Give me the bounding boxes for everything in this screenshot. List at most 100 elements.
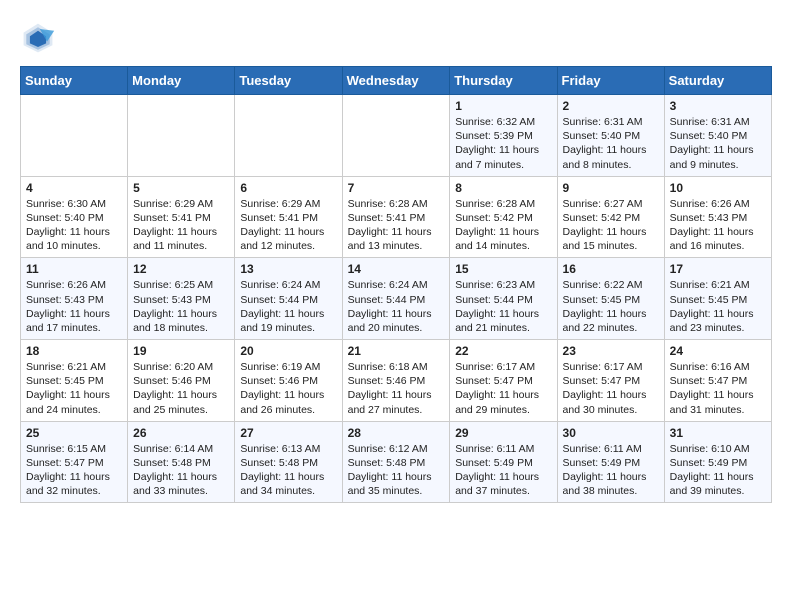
calendar-week-4: 18 Sunrise: 6:21 AMSunset: 5:45 PMDayligh… bbox=[21, 340, 772, 422]
cell-info: Sunrise: 6:11 AMSunset: 5:49 PMDaylight:… bbox=[563, 442, 659, 499]
day-number: 1 bbox=[455, 99, 551, 113]
cell-info: Sunrise: 6:26 AMSunset: 5:43 PMDaylight:… bbox=[670, 197, 766, 254]
cell-info: Sunrise: 6:19 AMSunset: 5:46 PMDaylight:… bbox=[240, 360, 336, 417]
calendar-cell bbox=[21, 95, 128, 177]
calendar-cell: 14Sunrise: 6:24 AMSunset: 5:44 PMDayligh… bbox=[342, 258, 450, 340]
cell-info: Sunrise: 6:22 AMSunset: 5:45 PMDaylight:… bbox=[563, 278, 659, 335]
calendar-cell: 28 Sunrise: 6:12 AMSunset: 5:48 PMDayligh… bbox=[342, 421, 450, 503]
day-number: 19 bbox=[133, 344, 229, 358]
calendar-week-5: 25Sunrise: 6:15 AMSunset: 5:47 PMDayligh… bbox=[21, 421, 772, 503]
calendar-cell bbox=[128, 95, 235, 177]
cell-info: Sunrise: 6:20 AMSunset: 5:46 PMDaylight:… bbox=[133, 360, 229, 417]
day-number: 29 bbox=[455, 426, 551, 440]
day-number: 6 bbox=[240, 181, 336, 195]
cell-info: Sunrise: 6:24 AMSunset: 5:44 PMDaylight:… bbox=[240, 278, 336, 335]
calendar-cell: 21Sunrise: 6:18 AMSunset: 5:46 PMDayligh… bbox=[342, 340, 450, 422]
cell-info: Sunrise: 6:32 AMSunset: 5:39 PMDaylight:… bbox=[455, 115, 551, 172]
day-number: 18 bbox=[26, 344, 122, 358]
cell-info: Sunrise: 6:25 AMSunset: 5:43 PMDaylight:… bbox=[133, 278, 229, 335]
calendar-cell: 3 Sunrise: 6:31 AMSunset: 5:40 PMDaylight… bbox=[664, 95, 771, 177]
logo bbox=[20, 20, 62, 56]
calendar-cell: 29 Sunrise: 6:11 AMSunset: 5:49 PMDayligh… bbox=[450, 421, 557, 503]
cell-info: Sunrise: 6:27 AMSunset: 5:42 PMDaylight:… bbox=[563, 197, 659, 254]
calendar-cell: 7 Sunrise: 6:28 AMSunset: 5:41 PMDaylight… bbox=[342, 176, 450, 258]
calendar-cell: 20 Sunrise: 6:19 AMSunset: 5:46 PMDayligh… bbox=[235, 340, 342, 422]
cell-info: Sunrise: 6:28 AMSunset: 5:41 PMDaylight:… bbox=[348, 197, 445, 254]
weekday-header-row: SundayMondayTuesdayWednesdayThursdayFrid… bbox=[21, 67, 772, 95]
weekday-header-friday: Friday bbox=[557, 67, 664, 95]
page-header bbox=[20, 20, 772, 56]
cell-info: Sunrise: 6:15 AMSunset: 5:47 PMDaylight:… bbox=[26, 442, 122, 499]
weekday-header-monday: Monday bbox=[128, 67, 235, 95]
day-number: 23 bbox=[563, 344, 659, 358]
day-number: 2 bbox=[563, 99, 659, 113]
cell-info: Sunrise: 6:10 AMSunset: 5:49 PMDaylight:… bbox=[670, 442, 766, 499]
day-number: 28 bbox=[348, 426, 445, 440]
cell-info: Sunrise: 6:14 AMSunset: 5:48 PMDaylight:… bbox=[133, 442, 229, 499]
cell-info: Sunrise: 6:29 AMSunset: 5:41 PMDaylight:… bbox=[133, 197, 229, 254]
cell-info: Sunrise: 6:31 AMSunset: 5:40 PMDaylight:… bbox=[670, 115, 766, 172]
day-number: 17 bbox=[670, 262, 766, 276]
cell-info: Sunrise: 6:29 AMSunset: 5:41 PMDaylight:… bbox=[240, 197, 336, 254]
day-number: 15 bbox=[455, 262, 551, 276]
cell-info: Sunrise: 6:12 AMSunset: 5:48 PMDaylight:… bbox=[348, 442, 445, 499]
cell-info: Sunrise: 6:31 AMSunset: 5:40 PMDaylight:… bbox=[563, 115, 659, 172]
day-number: 5 bbox=[133, 181, 229, 195]
day-number: 31 bbox=[670, 426, 766, 440]
logo-icon bbox=[20, 20, 56, 56]
cell-info: Sunrise: 6:13 AMSunset: 5:48 PMDaylight:… bbox=[240, 442, 336, 499]
cell-info: Sunrise: 6:17 AMSunset: 5:47 PMDaylight:… bbox=[455, 360, 551, 417]
calendar-cell: 19 Sunrise: 6:20 AMSunset: 5:46 PMDayligh… bbox=[128, 340, 235, 422]
cell-info: Sunrise: 6:28 AMSunset: 5:42 PMDaylight:… bbox=[455, 197, 551, 254]
calendar-cell: 23Sunrise: 6:17 AMSunset: 5:47 PMDayligh… bbox=[557, 340, 664, 422]
calendar-cell: 25Sunrise: 6:15 AMSunset: 5:47 PMDayligh… bbox=[21, 421, 128, 503]
cell-info: Sunrise: 6:30 AMSunset: 5:40 PMDaylight:… bbox=[26, 197, 122, 254]
day-number: 26 bbox=[133, 426, 229, 440]
calendar-cell: 18 Sunrise: 6:21 AMSunset: 5:45 PMDayligh… bbox=[21, 340, 128, 422]
day-number: 24 bbox=[670, 344, 766, 358]
calendar-cell: 12Sunrise: 6:25 AMSunset: 5:43 PMDayligh… bbox=[128, 258, 235, 340]
cell-info: Sunrise: 6:16 AMSunset: 5:47 PMDaylight:… bbox=[670, 360, 766, 417]
cell-info: Sunrise: 6:26 AMSunset: 5:43 PMDaylight:… bbox=[26, 278, 122, 335]
weekday-header-saturday: Saturday bbox=[664, 67, 771, 95]
cell-info: Sunrise: 6:24 AMSunset: 5:44 PMDaylight:… bbox=[348, 278, 445, 335]
calendar-table: SundayMondayTuesdayWednesdayThursdayFrid… bbox=[20, 66, 772, 503]
weekday-header-sunday: Sunday bbox=[21, 67, 128, 95]
cell-info: Sunrise: 6:21 AMSunset: 5:45 PMDaylight:… bbox=[670, 278, 766, 335]
calendar-cell: 9Sunrise: 6:27 AMSunset: 5:42 PMDaylight… bbox=[557, 176, 664, 258]
calendar-cell: 10Sunrise: 6:26 AMSunset: 5:43 PMDayligh… bbox=[664, 176, 771, 258]
day-number: 27 bbox=[240, 426, 336, 440]
calendar-cell: 15Sunrise: 6:23 AMSunset: 5:44 PMDayligh… bbox=[450, 258, 557, 340]
day-number: 3 bbox=[670, 99, 766, 113]
day-number: 20 bbox=[240, 344, 336, 358]
day-number: 7 bbox=[348, 181, 445, 195]
weekday-header-thursday: Thursday bbox=[450, 67, 557, 95]
day-number: 13 bbox=[240, 262, 336, 276]
calendar-week-2: 4 Sunrise: 6:30 AMSunset: 5:40 PMDaylight… bbox=[21, 176, 772, 258]
day-number: 8 bbox=[455, 181, 551, 195]
calendar-week-3: 11 Sunrise: 6:26 AMSunset: 5:43 PMDayligh… bbox=[21, 258, 772, 340]
calendar-cell: 27 Sunrise: 6:13 AMSunset: 5:48 PMDayligh… bbox=[235, 421, 342, 503]
calendar-cell: 22 Sunrise: 6:17 AMSunset: 5:47 PMDayligh… bbox=[450, 340, 557, 422]
calendar-cell: 4 Sunrise: 6:30 AMSunset: 5:40 PMDaylight… bbox=[21, 176, 128, 258]
cell-info: Sunrise: 6:11 AMSunset: 5:49 PMDaylight:… bbox=[455, 442, 551, 499]
calendar-cell: 24 Sunrise: 6:16 AMSunset: 5:47 PMDayligh… bbox=[664, 340, 771, 422]
calendar-cell: 8 Sunrise: 6:28 AMSunset: 5:42 PMDaylight… bbox=[450, 176, 557, 258]
day-number: 11 bbox=[26, 262, 122, 276]
calendar-cell bbox=[342, 95, 450, 177]
day-number: 22 bbox=[455, 344, 551, 358]
day-number: 4 bbox=[26, 181, 122, 195]
calendar-cell: 6 Sunrise: 6:29 AMSunset: 5:41 PMDaylight… bbox=[235, 176, 342, 258]
calendar-cell: 13 Sunrise: 6:24 AMSunset: 5:44 PMDayligh… bbox=[235, 258, 342, 340]
calendar-cell: 2 Sunrise: 6:31 AMSunset: 5:40 PMDaylight… bbox=[557, 95, 664, 177]
calendar-cell: 1 Sunrise: 6:32 AMSunset: 5:39 PMDaylight… bbox=[450, 95, 557, 177]
weekday-header-wednesday: Wednesday bbox=[342, 67, 450, 95]
calendar-cell: 26 Sunrise: 6:14 AMSunset: 5:48 PMDayligh… bbox=[128, 421, 235, 503]
calendar-cell: 5 Sunrise: 6:29 AMSunset: 5:41 PMDaylight… bbox=[128, 176, 235, 258]
day-number: 16 bbox=[563, 262, 659, 276]
calendar-cell: 30 Sunrise: 6:11 AMSunset: 5:49 PMDayligh… bbox=[557, 421, 664, 503]
calendar-cell: 11 Sunrise: 6:26 AMSunset: 5:43 PMDayligh… bbox=[21, 258, 128, 340]
cell-info: Sunrise: 6:21 AMSunset: 5:45 PMDaylight:… bbox=[26, 360, 122, 417]
weekday-header-tuesday: Tuesday bbox=[235, 67, 342, 95]
day-number: 30 bbox=[563, 426, 659, 440]
